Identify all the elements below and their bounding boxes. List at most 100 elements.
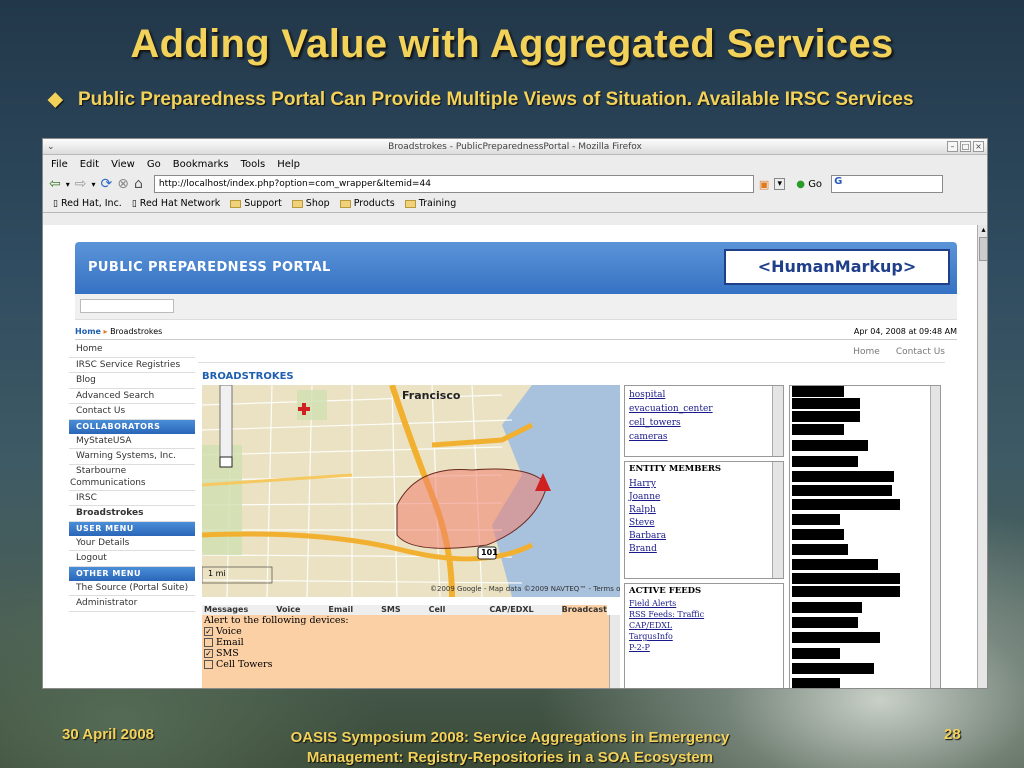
footer-center: OASIS Symposium 2008: Service Aggregatio… xyxy=(250,728,770,768)
map-attribution: ©2009 Google - Map data ©2009 NAVTEQ™ - … xyxy=(430,585,620,593)
page-number: 28 xyxy=(944,726,961,743)
member-ralph[interactable]: Ralph xyxy=(629,505,779,515)
device-sms[interactable]: ✓ SMS xyxy=(204,648,620,659)
navigation-toolbar: ⇦ ▾ ⇨ ▾ ⟳ ⊗ ⌂ http://localhost/index.php… xyxy=(43,173,987,195)
forward-arrow-icon[interactable]: ⇨ xyxy=(75,176,87,192)
reload-icon[interactable]: ⟳ xyxy=(101,176,113,192)
folder-icon xyxy=(339,199,351,208)
window-menu-icon[interactable]: ⌄ xyxy=(47,139,55,155)
minimize-icon[interactable]: – xyxy=(947,141,958,152)
breadcrumb: Home ▸ Broadstrokes Apr 04, 2008 at 09:4… xyxy=(75,324,957,340)
menu-tools[interactable]: Tools xyxy=(241,159,266,170)
member-joanne[interactable]: Joanne xyxy=(629,492,779,502)
sidebar-item-mystateusa[interactable]: MyStateUSA xyxy=(69,433,195,449)
entity-members-panel: ENTITY MEMBERS Harry Joanne Ralph Steve … xyxy=(624,461,784,579)
bookmark-red-hat-network[interactable]: ▯ Red Hat Network xyxy=(132,198,220,209)
sidebar-item-starbourne[interactable]: Starbourne xyxy=(69,464,195,477)
back-arrow-icon[interactable]: ⇦ xyxy=(49,176,61,192)
alert-scrollbar[interactable] xyxy=(609,615,620,688)
menu-bookmarks[interactable]: Bookmarks xyxy=(173,159,229,170)
close-icon[interactable]: × xyxy=(973,141,984,152)
window-title: Broadstrokes - PublicPreparednessPortal … xyxy=(388,142,642,152)
menu-view[interactable]: View xyxy=(111,159,135,170)
bullet-text: Public Preparedness Portal Can Provide M… xyxy=(78,89,914,110)
stop-icon[interactable]: ⊗ xyxy=(117,176,129,192)
alert-heading: Alert to the following devices: xyxy=(204,615,349,626)
window-titlebar: ⌄ Broadstrokes - PublicPreparednessPorta… xyxy=(43,139,987,155)
layers-panel: hospital evacuation_center cell_towers c… xyxy=(624,385,784,457)
portal-search-input[interactable] xyxy=(80,299,174,313)
device-voice[interactable]: ✓ Voice xyxy=(204,626,620,637)
feed-field-alerts[interactable]: Field Alerts xyxy=(629,599,779,608)
member-brand[interactable]: Brand xyxy=(629,544,779,554)
checkbox-checked-icon: ✓ xyxy=(204,649,213,658)
go-button[interactable]: ● Go xyxy=(796,179,822,190)
portal-sidebar: Home IRSC Service Registries Blog Advanc… xyxy=(69,342,195,688)
sidebar-item-contact-us[interactable]: Contact Us xyxy=(69,404,195,420)
rss-icon[interactable]: ▣ xyxy=(759,178,769,191)
members-scrollbar[interactable] xyxy=(772,462,783,578)
sidebar-item-starbourne-cont[interactable]: Communications xyxy=(69,476,195,491)
sidebar-item-your-details[interactable]: Your Details xyxy=(69,535,195,551)
map-scale: 1 mi xyxy=(208,569,226,578)
sidebar-item-blog[interactable]: Blog xyxy=(69,373,195,389)
layer-cameras[interactable]: cameras xyxy=(629,432,779,442)
map-view[interactable]: Francisco 101 1 mi ©2009 Google - Map da… xyxy=(202,385,620,597)
folder-icon xyxy=(404,199,416,208)
url-bar[interactable]: http://localhost/index.php?option=com_wr… xyxy=(153,175,754,193)
device-cell-towers[interactable]: Cell Towers xyxy=(204,659,620,670)
layer-hospital[interactable]: hospital xyxy=(629,390,779,400)
home-icon[interactable]: ⌂ xyxy=(134,176,143,192)
bookmark-shop[interactable]: Shop xyxy=(291,198,330,209)
bookmark-red-hat-inc[interactable]: ▯ Red Hat, Inc. xyxy=(53,198,122,209)
member-barbara[interactable]: Barbara xyxy=(629,531,779,541)
bookmark-support[interactable]: Support xyxy=(230,198,282,209)
folder-icon xyxy=(230,199,242,208)
bookmarks-toolbar: ▯ Red Hat, Inc. ▯ Red Hat Network Support … xyxy=(43,195,987,213)
sidebar-item-warning-systems[interactable]: Warning Systems, Inc. xyxy=(69,449,195,465)
sidebar-heading-user-menu: USER MENU xyxy=(69,521,195,536)
feed-rss-traffic[interactable]: RSS Feeds: Traffic xyxy=(629,610,779,619)
sidebar-item-irsc-registries[interactable]: IRSC Service Registries xyxy=(69,357,195,373)
entity-members-heading: ENTITY MEMBERS xyxy=(629,464,722,474)
sidebar-item-logout[interactable]: Logout xyxy=(69,551,195,567)
bookmark-products[interactable]: Products xyxy=(339,198,395,209)
layers-scrollbar[interactable] xyxy=(772,386,783,456)
layer-cell-towers[interactable]: cell_towers xyxy=(629,418,779,428)
top-link-contact-us[interactable]: Contact Us xyxy=(896,343,945,361)
firefox-window: ⌄ Broadstrokes - PublicPreparednessPorta… xyxy=(42,138,988,689)
redacted-scrollbar[interactable] xyxy=(930,386,940,688)
feed-targusinfo[interactable]: TargusInfo xyxy=(629,632,779,641)
breadcrumb-home[interactable]: Home xyxy=(75,327,101,336)
portal-date: Apr 04, 2008 at 09:48 AM xyxy=(853,327,957,336)
maximize-icon[interactable]: □ xyxy=(960,141,971,152)
member-harry[interactable]: Harry xyxy=(629,479,779,489)
sidebar-item-administrator[interactable]: Administrator xyxy=(69,596,195,612)
menu-edit[interactable]: Edit xyxy=(80,159,99,170)
url-dropdown-icon[interactable]: ▾ xyxy=(774,178,786,190)
checkbox-unchecked-icon xyxy=(204,660,213,669)
member-steve[interactable]: Steve xyxy=(629,518,779,528)
menu-help[interactable]: Help xyxy=(277,159,300,170)
sidebar-item-home[interactable]: Home xyxy=(69,342,195,358)
feed-p2p[interactable]: P-2-P xyxy=(629,643,779,652)
top-link-home[interactable]: Home xyxy=(853,343,880,361)
folder-icon xyxy=(291,199,303,208)
active-feeds-heading: ACTIVE FEEDS xyxy=(629,586,702,596)
humanmarkup-logo: <HumanMarkup> xyxy=(724,249,950,285)
layer-evacuation-center[interactable]: evacuation_center xyxy=(629,404,779,414)
sidebar-item-irsc[interactable]: IRSC xyxy=(69,490,195,506)
device-email[interactable]: Email xyxy=(204,637,620,648)
menu-go[interactable]: Go xyxy=(147,159,161,170)
footer-line-1: OASIS Symposium 2008: Service Aggregatio… xyxy=(290,729,730,746)
url-text: http://localhost/index.php?option=com_wr… xyxy=(158,179,431,189)
search-box[interactable]: G xyxy=(831,175,944,193)
sidebar-item-the-source[interactable]: The Source (Portal Suite) xyxy=(69,580,195,596)
bookmark-training[interactable]: Training xyxy=(404,198,456,209)
menu-file[interactable]: File xyxy=(51,159,68,170)
sidebar-item-broadstrokes[interactable]: Broadstrokes xyxy=(69,506,195,522)
page-scrollbar[interactable]: ▴ xyxy=(977,225,987,688)
feed-cap-edxl[interactable]: CAP/EDXL xyxy=(629,621,779,630)
sidebar-item-advanced-search[interactable]: Advanced Search xyxy=(69,388,195,404)
map-city-label: Francisco xyxy=(402,389,461,402)
